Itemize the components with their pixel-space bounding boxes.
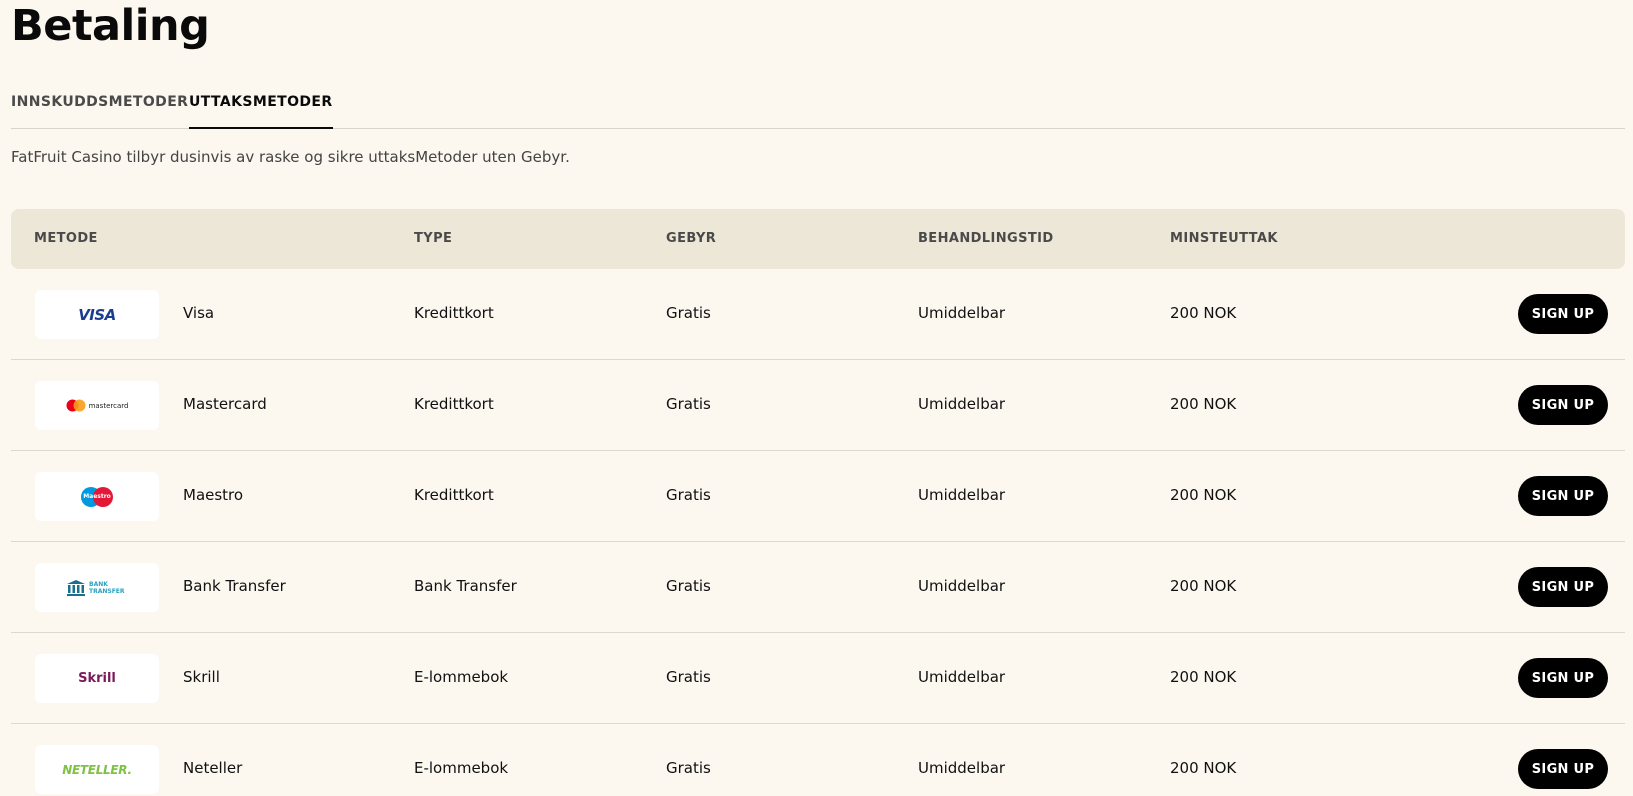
method-processing-time: Umiddelbar (918, 759, 1006, 777)
method-processing-time: Umiddelbar (918, 395, 1006, 413)
payment-page: Betaling INNSKUDDSMETODER UTTAKSMETODER … (0, 0, 1633, 796)
method-name: Neteller (183, 759, 243, 777)
method-type: Kredittkort (414, 395, 494, 413)
neteller-logo-text: NETELLER. (62, 762, 132, 777)
bank-transfer-logo-text: BANK TRANSFER (89, 580, 125, 595)
method-name: Skrill (183, 668, 220, 686)
method-minimum: 200 NOK (1170, 304, 1237, 322)
maestro-logo-text: Maestro (83, 492, 111, 500)
method-name: Mastercard (183, 395, 267, 413)
method-fee: Gratis (666, 304, 711, 322)
table-row: mastercard Mastercard Kredittkort Gratis… (11, 360, 1625, 451)
method-fee: Gratis (666, 577, 711, 595)
maestro-logo: Maestro (35, 472, 159, 521)
mastercard-circles-icon (66, 399, 86, 412)
mastercard-logo: mastercard (35, 381, 159, 430)
method-type: Bank Transfer (414, 577, 517, 595)
tab-withdrawal-methods[interactable]: UTTAKSMETODER (189, 88, 333, 129)
tab-deposit-methods[interactable]: INNSKUDDSMETODER (11, 88, 189, 129)
method-name: Bank Transfer (183, 577, 286, 595)
sign-up-button[interactable]: SIGN UP (1518, 658, 1608, 698)
sign-up-button[interactable]: SIGN UP (1518, 294, 1608, 334)
method-minimum: 200 NOK (1170, 395, 1237, 413)
method-fee: Gratis (666, 395, 711, 413)
header-type: TYPE (414, 231, 453, 246)
sign-up-button[interactable]: SIGN UP (1518, 567, 1608, 607)
method-type: Kredittkort (414, 486, 494, 504)
method-type: E-lommebok (414, 759, 509, 777)
method-fee: Gratis (666, 759, 711, 777)
method-name: Visa (183, 304, 215, 322)
neteller-logo: NETELLER. (35, 745, 159, 794)
mastercard-logo-text: mastercard (88, 401, 129, 410)
table-header: METODE TYPE GEBYR BEHANDLINGSTID MINSTEU… (11, 209, 1625, 269)
visa-logo: VISA (35, 290, 159, 339)
table-row: Maestro Maestro Kredittkort Gratis Umidd… (11, 451, 1625, 542)
method-minimum: 200 NOK (1170, 577, 1237, 595)
method-minimum: 200 NOK (1170, 486, 1237, 504)
skrill-logo-text: Skrill (78, 671, 116, 686)
method-minimum: 200 NOK (1170, 668, 1237, 686)
method-fee: Gratis (666, 668, 711, 686)
skrill-logo: Skrill (35, 654, 159, 703)
header-fee: GEBYR (666, 231, 717, 246)
method-type: E-lommebok (414, 668, 509, 686)
table-row: Skrill Skrill E-lommebok Gratis Umiddelb… (11, 633, 1625, 724)
sign-up-button[interactable]: SIGN UP (1518, 476, 1608, 516)
payment-methods-table: VISA Visa Kredittkort Gratis Umiddelbar … (11, 269, 1625, 796)
sign-up-button[interactable]: SIGN UP (1518, 749, 1608, 789)
header-processing-time: BEHANDLINGSTID (918, 231, 1054, 246)
page-title: Betaling (11, 1, 210, 51)
header-method: METODE (34, 231, 98, 246)
method-minimum: 200 NOK (1170, 759, 1237, 777)
method-processing-time: Umiddelbar (918, 304, 1006, 322)
method-processing-time: Umiddelbar (918, 486, 1006, 504)
method-fee: Gratis (666, 486, 711, 504)
method-name: Maestro (183, 486, 244, 504)
payment-tabs: INNSKUDDSMETODER UTTAKSMETODER (11, 88, 1625, 129)
table-row: BANK TRANSFER Bank Transfer Bank Transfe… (11, 542, 1625, 633)
bank-icon (67, 579, 85, 596)
table-row: VISA Visa Kredittkort Gratis Umiddelbar … (11, 269, 1625, 360)
bank-transfer-logo: BANK TRANSFER (35, 563, 159, 612)
header-minimum-withdrawal: MINSTEUTTAK (1170, 231, 1278, 246)
method-processing-time: Umiddelbar (918, 577, 1006, 595)
method-type: Kredittkort (414, 304, 494, 322)
sign-up-button[interactable]: SIGN UP (1518, 385, 1608, 425)
intro-text: FatFruit Casino tilbyr dusinvis av raske… (11, 148, 570, 166)
method-processing-time: Umiddelbar (918, 668, 1006, 686)
visa-logo-text: VISA (78, 305, 116, 324)
table-row: NETELLER. Neteller E-lommebok Gratis Umi… (11, 724, 1625, 796)
